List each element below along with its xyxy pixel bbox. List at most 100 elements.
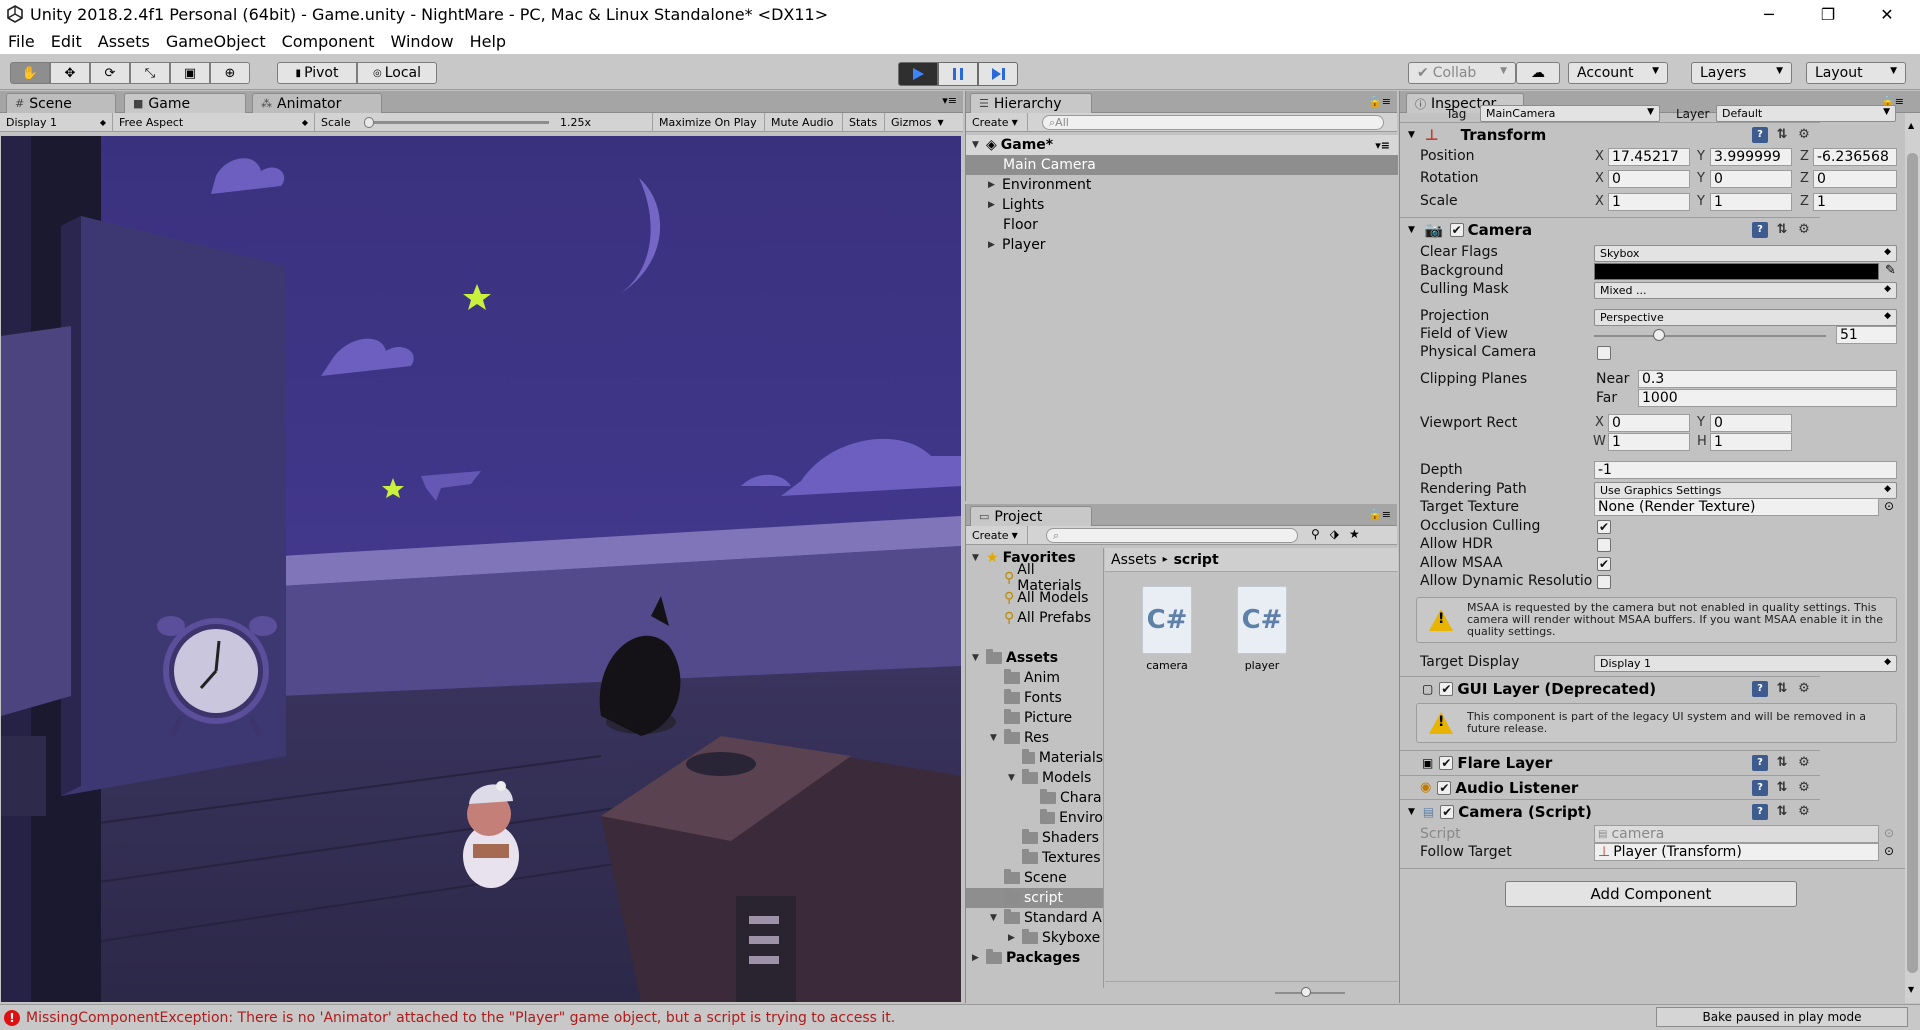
help-book-icon[interactable]: ? (1752, 754, 1768, 771)
tag-dropdown[interactable]: MainCamera ▼ (1480, 105, 1660, 122)
camera-header[interactable]: ▼ 📷 ✔ Camera ? ⇅ ⚙ (1400, 217, 1820, 241)
menu-edit[interactable]: Edit (43, 32, 90, 51)
culling-mask-dropdown[interactable]: Mixed ... ◆ (1594, 282, 1897, 299)
pause-button[interactable] (938, 62, 978, 86)
viewport-y-field[interactable]: 0 (1710, 414, 1792, 432)
preset-icon[interactable]: ⇅ (1774, 780, 1790, 796)
tab-hierarchy[interactable]: ☰ Hierarchy (970, 93, 1092, 113)
account-dropdown[interactable]: Account ▼ (1568, 62, 1668, 84)
lock-menu-icon[interactable]: 🔒≡ (1368, 95, 1391, 108)
scale-z-field[interactable]: 1 (1813, 193, 1897, 211)
target-display-dropdown[interactable]: Display 1 ◆ (1594, 655, 1897, 672)
maximize-on-play-toggle[interactable]: Maximize On Play (653, 113, 765, 132)
preset-icon[interactable]: ⇅ (1774, 804, 1790, 820)
clear-flags-dropdown[interactable]: Skybox ◆ (1594, 245, 1897, 262)
transform-header[interactable]: ▼ ⊥ Transform ? ⇅ ⚙ (1400, 122, 1820, 146)
object-picker-icon[interactable]: ⊙ (1884, 844, 1894, 858)
allow-hdr-checkbox[interactable] (1597, 538, 1611, 552)
folder-item[interactable]: Scene (966, 868, 1103, 888)
hierarchy-item-environment[interactable]: ▶ Environment (966, 175, 1398, 195)
help-book-icon[interactable]: ? (1752, 779, 1768, 796)
depth-field[interactable]: -1 (1594, 461, 1897, 479)
gui-layer-header[interactable]: ▢ ✔ GUI Layer (Deprecated) ? ⇅ ⚙ (1400, 676, 1820, 700)
audio-listener-header[interactable]: ◉ ✔ Audio Listener ? ⇅ ⚙ (1400, 775, 1820, 799)
project-create-dropdown[interactable]: Create ▼ (966, 526, 1028, 545)
folder-item[interactable]: ▶ Skyboxe (966, 928, 1103, 948)
folder-item[interactable]: Fonts (966, 688, 1103, 708)
cloud-button[interactable]: ☁ (1516, 62, 1560, 84)
rotation-y-field[interactable]: 0 (1710, 170, 1792, 188)
preset-icon[interactable]: ⇅ (1774, 222, 1790, 238)
layer-dropdown[interactable]: Default ▼ (1716, 105, 1896, 122)
folder-item[interactable]: ▼ Models (966, 768, 1103, 788)
display-dropdown[interactable]: Display 1 ◆ (0, 113, 113, 132)
rendering-path-dropdown[interactable]: Use Graphics Settings ◆ (1594, 482, 1897, 499)
preset-icon[interactable]: ⇅ (1774, 755, 1790, 771)
packages-row[interactable]: ▶ Packages (966, 948, 1103, 968)
settings-gear-icon[interactable]: ⚙ (1796, 804, 1812, 820)
asset-file-camera[interactable]: C# camera (1137, 586, 1197, 686)
occlusion-culling-checkbox[interactable]: ✔ (1597, 520, 1611, 534)
scale-thumb[interactable] (363, 117, 374, 128)
tab-scene[interactable]: # Scene (6, 93, 116, 113)
folder-item[interactable]: Picture (966, 708, 1103, 728)
stats-toggle[interactable]: Stats (843, 113, 885, 132)
minimize-button[interactable]: ─ (1742, 0, 1796, 28)
camera-script-header[interactable]: ▼ ▤ ✔ Camera (Script) ? ⇅ ⚙ (1400, 799, 1820, 823)
flare-layer-header[interactable]: ▣ ✔ Flare Layer ? ⇅ ⚙ (1400, 750, 1820, 774)
follow-target-field[interactable]: ⊥ Player (Transform) (1594, 843, 1879, 861)
folder-item[interactable]: Textures (966, 848, 1103, 868)
error-message[interactable]: MissingComponentException: There is no '… (26, 1010, 895, 1026)
folder-item[interactable]: Enviro (966, 808, 1103, 828)
folder-item-selected[interactable]: script (966, 888, 1103, 908)
folder-item[interactable]: Shaders (966, 828, 1103, 848)
asset-file-player[interactable]: C# player (1232, 586, 1292, 686)
help-book-icon[interactable]: ? (1752, 803, 1768, 820)
allow-msaa-checkbox[interactable]: ✔ (1597, 557, 1611, 571)
project-search-input[interactable]: ⌕ (1046, 528, 1298, 543)
hierarchy-item-floor[interactable]: Floor (966, 215, 1398, 235)
scale-tool-icon[interactable]: ⤡ (130, 62, 170, 84)
collab-dropdown[interactable]: ✔ Collab ▼ (1408, 62, 1516, 84)
folder-item[interactable]: Materials (966, 748, 1103, 768)
target-texture-field[interactable]: None (Render Texture) (1594, 498, 1879, 516)
eyedropper-icon[interactable]: ✎ (1885, 263, 1896, 278)
icon-size-thumb[interactable] (1301, 987, 1311, 997)
near-field[interactable]: 0.3 (1638, 370, 1897, 388)
camera-enabled-checkbox[interactable]: ✔ (1449, 222, 1464, 237)
folder-item[interactable]: ▼ Standard A (966, 908, 1103, 928)
background-color-swatch[interactable] (1594, 263, 1879, 280)
favorite-item[interactable]: ⚲ All Materials (966, 562, 1103, 594)
settings-gear-icon[interactable]: ⚙ (1796, 681, 1812, 697)
menu-file[interactable]: File (0, 32, 43, 51)
panel-menu-icon[interactable]: ▾≡ (942, 94, 957, 107)
pivot-toggle[interactable]: ▮ Pivot (277, 62, 357, 84)
settings-gear-icon[interactable]: ⚙ (1796, 780, 1812, 796)
viewport-h-field[interactable]: 1 (1710, 433, 1792, 451)
assets-root-row[interactable]: ▼ Assets (966, 648, 1103, 668)
help-book-icon[interactable]: ? (1752, 680, 1768, 697)
scene-menu-icon[interactable]: ▾≡ (1375, 139, 1390, 152)
game-viewport[interactable] (1, 136, 961, 1002)
transform-tool-icon[interactable]: ⊕ (210, 62, 250, 84)
filter-label-icon[interactable]: ⬗ (1330, 527, 1339, 541)
viewport-w-field[interactable]: 1 (1608, 433, 1690, 451)
step-button[interactable] (978, 62, 1018, 86)
favorite-item[interactable]: ⚲ All Models (966, 588, 1103, 608)
scene-row[interactable]: ▼ ◈ Game* ▾≡ (966, 135, 1398, 155)
move-tool-icon[interactable]: ✥ (50, 62, 90, 84)
menu-window[interactable]: Window (382, 32, 461, 51)
fov-field[interactable]: 51 (1836, 326, 1897, 344)
far-field[interactable]: 1000 (1638, 389, 1897, 407)
mute-audio-toggle[interactable]: Mute Audio (765, 113, 843, 132)
help-book-icon[interactable]: ? (1752, 126, 1768, 143)
menu-assets[interactable]: Assets (90, 32, 158, 51)
scale-y-field[interactable]: 1 (1710, 193, 1792, 211)
physical-camera-checkbox[interactable] (1597, 346, 1611, 360)
scroll-down-icon[interactable]: ▼ (1908, 985, 1914, 994)
tab-project[interactable]: ▭ Project (970, 506, 1092, 526)
settings-gear-icon[interactable]: ⚙ (1796, 755, 1812, 771)
help-book-icon[interactable]: ? (1752, 221, 1768, 238)
hierarchy-item-lights[interactable]: ▶ Lights (966, 195, 1398, 215)
fov-slider-thumb[interactable] (1652, 329, 1665, 341)
